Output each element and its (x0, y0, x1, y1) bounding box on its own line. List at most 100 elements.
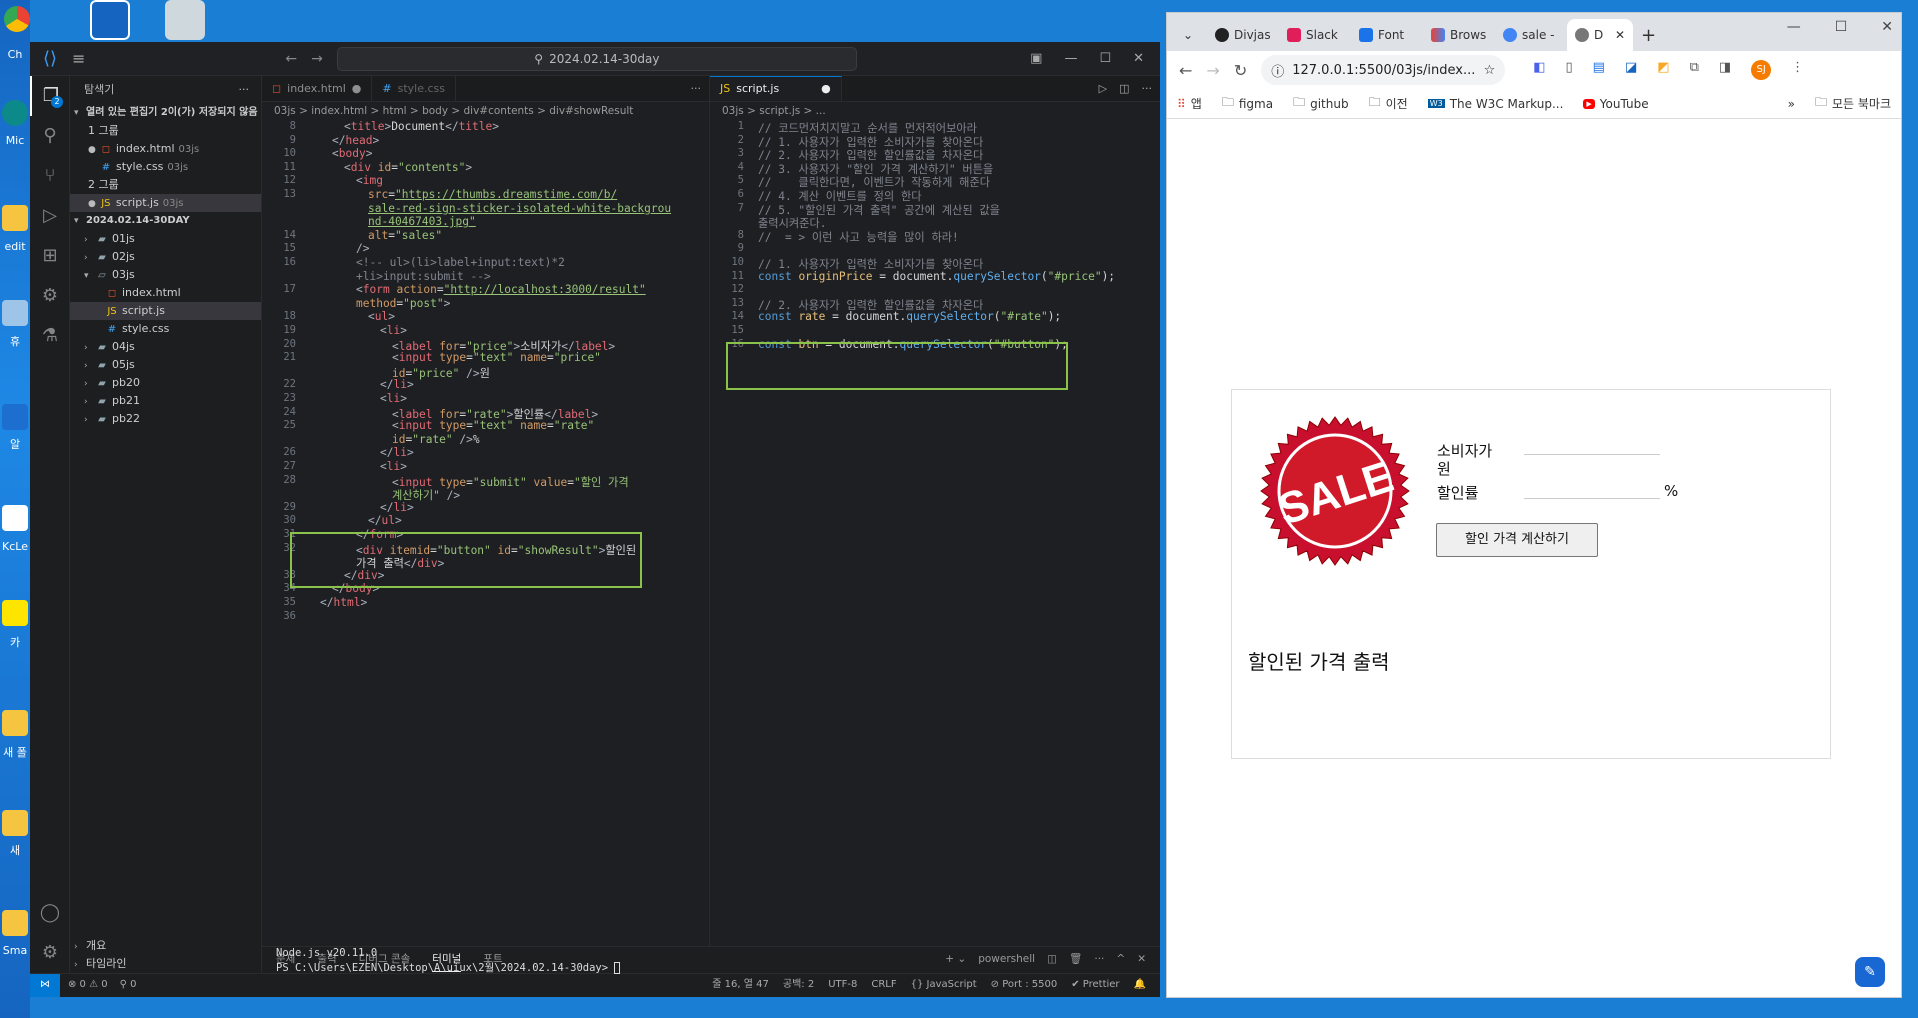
menu-icon[interactable]: ⋮ (1791, 60, 1804, 80)
bookmark-star-icon[interactable]: ☆ (1484, 63, 1496, 78)
back-icon[interactable]: ← (1179, 61, 1192, 80)
folder-item[interactable]: › ▰ 02js (70, 248, 261, 266)
desktop-chrome-icon[interactable] (4, 6, 30, 32)
tab-style-css[interactable]: # style.css (372, 76, 457, 101)
rate-input[interactable] (1524, 498, 1660, 499)
more-icon[interactable]: ··· (239, 76, 250, 104)
folder-item[interactable]: › ▰ 01js (70, 230, 261, 248)
app-icon[interactable] (2, 404, 28, 430)
folder-item[interactable]: › ▰ 04js (70, 338, 261, 356)
close-panel-icon[interactable]: ✕ (1137, 947, 1146, 972)
minimize-icon[interactable]: — (1064, 51, 1077, 66)
bookmark-apps[interactable]: ⠿ 앱 (1177, 95, 1202, 112)
file-item[interactable]: JS script.js (70, 302, 261, 320)
recycle-icon[interactable] (2, 300, 28, 326)
more-icon[interactable]: ··· (1094, 947, 1104, 972)
js-code-view[interactable]: 1// 코드먼저치지말고 순서를 먼저적어보아라 2// 1. 사용자가 입력한 … (710, 120, 1160, 940)
problems-status[interactable]: ⊗ 0 ⚠ 0 (68, 974, 108, 997)
close-icon[interactable]: ✕ (1881, 19, 1893, 35)
settings-icon[interactable]: ⚙ (30, 933, 70, 973)
folder-item[interactable]: ▾ ▱ 03js (70, 266, 261, 284)
source-control-icon[interactable]: ⑂ (30, 156, 70, 196)
new-terminal-icon[interactable]: + ⌄ (945, 947, 966, 972)
folder-item[interactable]: › ▰ pb21 (70, 392, 261, 410)
open-editor-item[interactable]: ● JS script.js 03js (70, 194, 261, 212)
search-icon[interactable]: ⚲ (30, 116, 70, 156)
extension-icon[interactable]: ◩ (1657, 60, 1669, 80)
extension-icon[interactable]: ◧ (1533, 60, 1545, 80)
live-server-port[interactable]: ⊘ Port : 5500 (991, 974, 1058, 997)
terminal-output[interactable]: Node.js v20.11.0 PS C:\Users\EZEN\Deskto… (276, 946, 621, 976)
back-icon[interactable]: ← (285, 51, 297, 67)
folder-icon[interactable] (2, 710, 28, 736)
bookmark-folder[interactable]: 🗀 이전 (1369, 93, 1408, 114)
trash-icon[interactable]: 🗑 (1069, 947, 1082, 972)
tab-search-icon[interactable]: ⌄ (1173, 19, 1207, 51)
folder-item[interactable]: › ▰ 05js (70, 356, 261, 374)
extensions-icon[interactable]: ⊞ (30, 236, 70, 276)
side-panel-icon[interactable]: ◨ (1719, 60, 1731, 80)
breadcrumb[interactable]: 03js > index.html > html > body > div#co… (262, 102, 709, 120)
edit-pen-icon[interactable]: ✎ (1855, 957, 1885, 987)
extension-icon[interactable]: ▯ (1566, 60, 1573, 80)
chrome-tab[interactable]: Font (1351, 19, 1423, 51)
chrome-tab[interactable]: sale - (1495, 19, 1567, 51)
extension-icon[interactable]: ▤ (1593, 60, 1605, 80)
encoding[interactable]: UTF-8 (828, 974, 857, 997)
extension-icon[interactable]: ◪ (1625, 60, 1637, 80)
more-bookmarks-icon[interactable]: » (1788, 97, 1795, 111)
app-shortcut-icon[interactable] (165, 0, 205, 40)
layout-icon[interactable]: ▣ (1030, 51, 1042, 66)
open-editors-section[interactable]: ▾ 열려 있는 편집기 2이(가) 저장되지 않음 (70, 104, 261, 122)
folder-icon[interactable] (2, 910, 28, 936)
timeline-section[interactable]: › 타임라인 (70, 955, 261, 973)
close-tab-icon[interactable]: ✕ (1615, 28, 1625, 42)
chrome-tab[interactable]: Slack (1279, 19, 1351, 51)
address-bar[interactable]: ⓘ 127.0.0.1:5500/03js/index.... ☆ (1261, 55, 1506, 85)
folder-item[interactable]: › ▰ pb22 (70, 410, 261, 428)
chrome-tab[interactable]: Brows (1423, 19, 1495, 51)
split-terminal-icon[interactable]: ◫ (1047, 947, 1057, 972)
indentation[interactable]: 공백: 2 (783, 974, 814, 997)
all-bookmarks[interactable]: 🗀 모든 북마크 (1815, 93, 1901, 114)
folder-icon[interactable] (2, 810, 28, 836)
price-input[interactable] (1524, 454, 1660, 455)
html-code-view[interactable]: 8 <title>Document</title> 9 </head> 10 <body>… (262, 120, 709, 940)
bookmark-youtube[interactable]: ▶ YouTube (1583, 97, 1649, 111)
outline-section[interactable]: › 개요 (70, 937, 261, 955)
ports-status[interactable]: ⚲ 0 (120, 974, 137, 997)
testing-icon[interactable]: ⚗ (30, 316, 70, 356)
kakao-icon[interactable] (2, 600, 28, 626)
bookmark-w3c[interactable]: W3 The W3C Markup... (1427, 97, 1563, 111)
run-debug-icon[interactable]: ▷ (30, 196, 70, 236)
prettier-status[interactable]: ✔ Prettier (1071, 974, 1119, 997)
vscode-shortcut-icon[interactable] (90, 0, 130, 40)
folder-icon[interactable] (2, 205, 28, 231)
breadcrumb[interactable]: 03js > script.js > ... (710, 102, 1160, 120)
file-item[interactable]: # style.css (70, 320, 261, 338)
reload-icon[interactable]: ↻ (1234, 61, 1247, 80)
site-info-icon[interactable]: ⓘ (1271, 61, 1284, 80)
profile-avatar[interactable]: SJ (1751, 60, 1772, 80)
run-icon[interactable]: ▷ (1099, 76, 1107, 101)
bookmark-folder[interactable]: 🗀 figma (1222, 93, 1273, 114)
eol[interactable]: CRLF (871, 974, 896, 997)
maximize-panel-icon[interactable]: ^ (1116, 947, 1125, 972)
cursor-position[interactable]: 줄 16, 열 47 (712, 974, 769, 997)
menu-icon[interactable]: ≡ (72, 49, 85, 68)
forward-icon[interactable]: → (311, 51, 323, 67)
minimize-icon[interactable]: — (1787, 19, 1801, 35)
remote-icon[interactable]: ⚙ (30, 276, 70, 316)
more-icon[interactable]: ··· (1142, 76, 1153, 101)
maximize-icon[interactable]: ☐ (1835, 19, 1848, 35)
explorer-icon[interactable]: ❐ 2 (30, 76, 70, 116)
extensions-puzzle-icon[interactable]: ⧉ (1690, 60, 1699, 80)
notifications-icon[interactable]: 🔔 (1134, 974, 1146, 997)
chrome-tab-active[interactable]: D ✕ (1567, 19, 1633, 51)
workspace-section[interactable]: ▾ 2024.02.14-30DAY (70, 212, 261, 230)
chrome-tab[interactable]: Divjas (1207, 19, 1279, 51)
terminal-shell-name[interactable]: powershell (978, 947, 1035, 972)
split-editor-icon[interactable]: ◫ (1119, 76, 1129, 101)
calculate-button[interactable]: 할인 가격 계산하기 (1436, 523, 1598, 557)
maximize-icon[interactable]: ☐ (1099, 51, 1111, 66)
